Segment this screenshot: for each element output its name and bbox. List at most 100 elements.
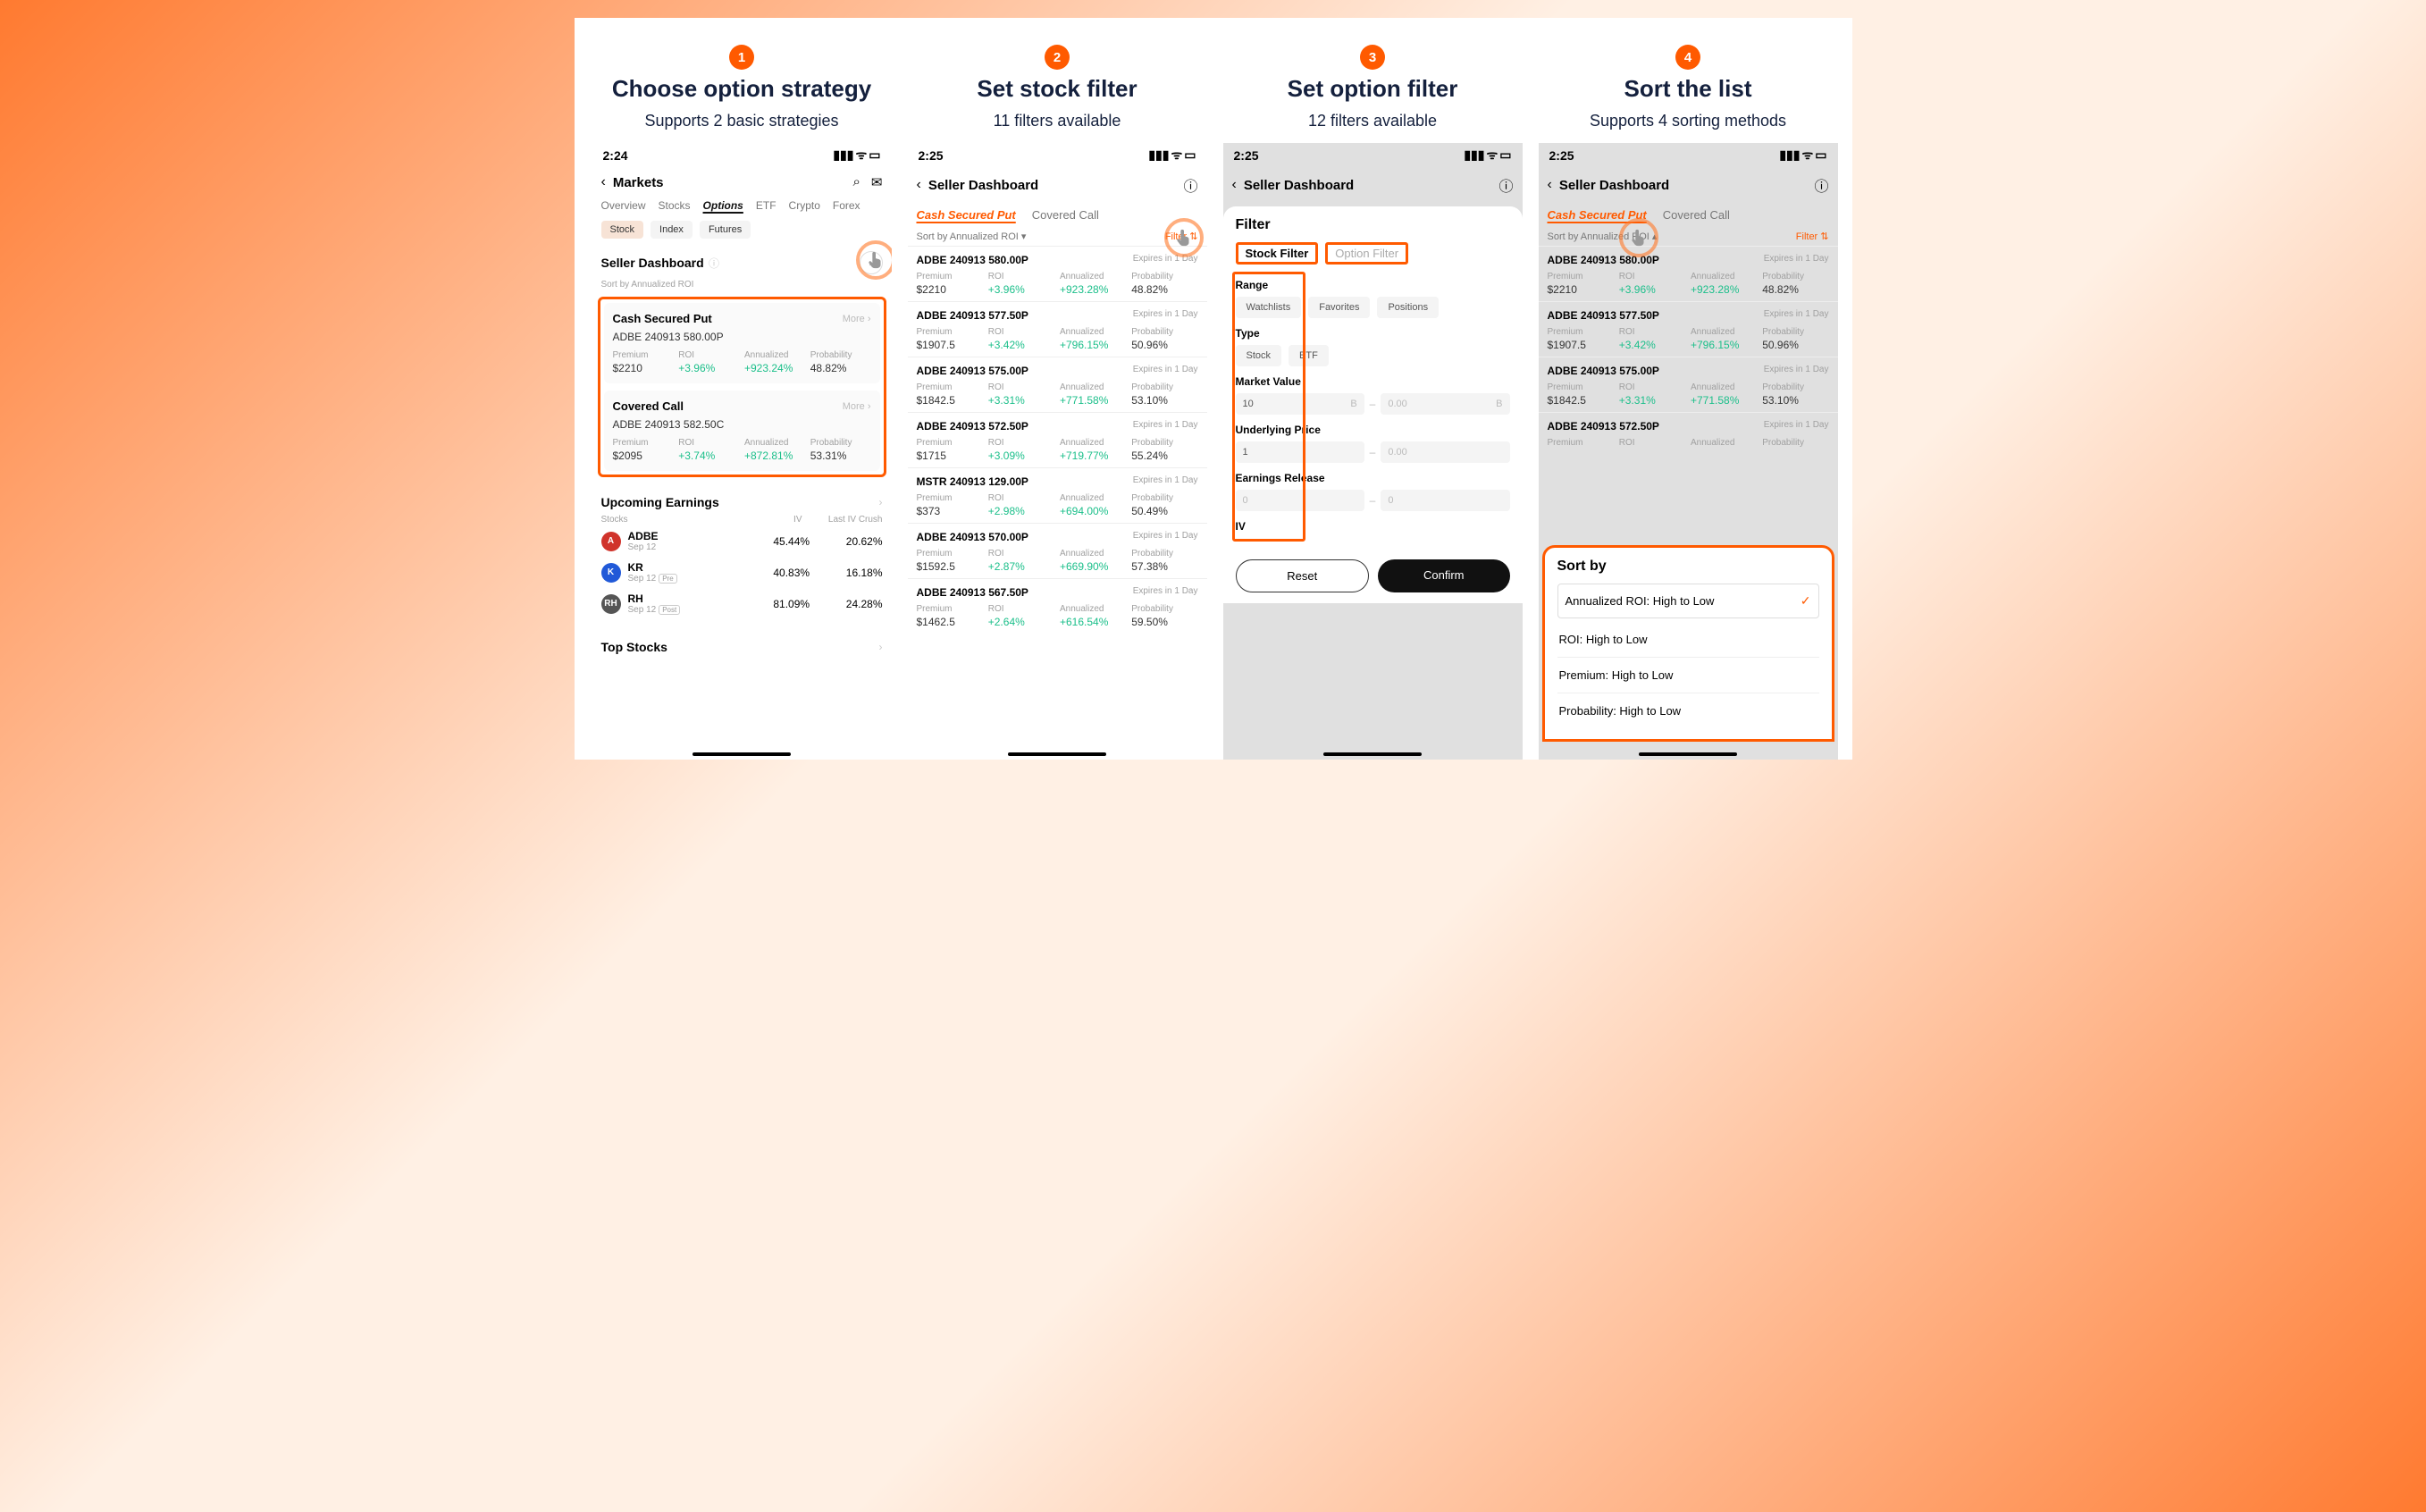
reset-button[interactable]: Reset (1236, 559, 1370, 592)
sort-label[interactable]: Sort by Annualized ROI ▾ (917, 231, 1027, 242)
tab-cc[interactable]: Covered Call (1032, 208, 1099, 222)
back-icon[interactable]: ‹ (601, 174, 606, 190)
more-link[interactable]: More › (843, 314, 871, 324)
step-number: 1 (729, 45, 754, 70)
status-icons: ▮▮▮ᯤ▭ (1148, 147, 1196, 164)
sort-option[interactable]: Premium: High to Low (1557, 658, 1819, 693)
home-indicator (1639, 752, 1737, 756)
chevron-right-icon[interactable]: › (879, 496, 883, 508)
step-title: Set option filter (1288, 75, 1458, 103)
tab-crypto[interactable]: Crypto (789, 199, 820, 212)
up-hi-input[interactable]: 0.00 (1381, 441, 1509, 463)
option-row[interactable]: ADBE 240913 572.50P Expires in 1 Day Pre… (1539, 412, 1838, 455)
info-icon[interactable]: ⓘ (1183, 174, 1197, 196)
option-row[interactable]: ADBE 240913 577.50P Expires in 1 Day Pre… (1539, 301, 1838, 357)
info-icon[interactable]: ⓘ (709, 257, 719, 270)
iv-label: IV (1236, 520, 1510, 533)
expiry-label: Expires in 1 Day (1764, 420, 1829, 433)
option-row[interactable]: ADBE 240913 575.00P Expires in 1 Day Pre… (908, 357, 1207, 412)
confirm-button[interactable]: Confirm (1378, 559, 1510, 592)
earnings-row[interactable]: RH RH Sep 12Post 81.09% 24.28% (601, 592, 883, 615)
chip-stock[interactable]: Stock (601, 221, 644, 239)
mv-hi-input[interactable]: 0.00B (1381, 393, 1509, 415)
filter-panel: Filter Stock Filter Option Filter Range … (1223, 206, 1523, 549)
back-icon[interactable]: ‹ (1548, 177, 1552, 193)
tab-option-filter[interactable]: Option Filter (1325, 242, 1408, 265)
er-lo-input[interactable]: 0 (1236, 490, 1364, 511)
card-title: Cash Secured Put (613, 312, 712, 325)
tab-csp[interactable]: Cash Secured Put (917, 208, 1016, 222)
option-row[interactable]: ADBE 240913 572.50P Expires in 1 Day Pre… (908, 412, 1207, 467)
status-icons: ▮▮▮ ᯤ ▭ (833, 147, 880, 164)
phone-screen-2: 2:25 ▮▮▮ᯤ▭ ‹ Seller Dashboard ⓘ Cash Sec… (908, 143, 1207, 760)
tab-forex[interactable]: Forex (833, 199, 860, 212)
seller-dashboard-header[interactable]: Seller Dashboard ⓘ › (592, 246, 892, 280)
section-title: Seller Dashboard (601, 256, 704, 270)
home-indicator (1008, 752, 1106, 756)
chip-stock[interactable]: Stock (1236, 345, 1282, 366)
option-row[interactable]: ADBE 240913 570.00P Expires in 1 Day Pre… (908, 523, 1207, 578)
chip-futures[interactable]: Futures (700, 221, 751, 239)
sort-bar: Sort by Annualized ROI ▾ Filter ⇅ (908, 227, 1207, 246)
option-row[interactable]: ADBE 240913 580.00P Expires in 1 Day Pre… (908, 246, 1207, 301)
more-link[interactable]: More › (843, 401, 871, 412)
tab-overview[interactable]: Overview (601, 199, 646, 212)
info-icon[interactable]: ⓘ (1814, 174, 1828, 196)
step-title: Set stock filter (977, 75, 1137, 103)
card-csp[interactable]: Cash Secured Put More › ADBE 240913 580.… (604, 303, 880, 383)
info-icon[interactable]: ⓘ (1498, 174, 1513, 196)
option-row[interactable]: ADBE 240913 577.50P Expires in 1 Day Pre… (908, 301, 1207, 357)
home-indicator (693, 752, 791, 756)
status-bar: 2:25 ▮▮▮ᯤ▭ (1539, 143, 1838, 167)
step-2-column: 2 Set stock filter 11 filters available … (908, 45, 1207, 760)
earnings-date: Sep 12 (628, 542, 750, 552)
tab-options[interactable]: Options (703, 199, 743, 212)
sort-option[interactable]: Annualized ROI: High to Low✓ (1557, 584, 1819, 618)
earnings-row[interactable]: K KR Sep 12Pre 40.83% 16.18% (601, 561, 883, 584)
chip-favorites[interactable]: Favorites (1308, 297, 1370, 318)
tab-etf[interactable]: ETF (756, 199, 776, 212)
roi-value: +3.96% (678, 362, 739, 374)
top-stocks[interactable]: Top Stocks › (592, 634, 892, 665)
back-icon[interactable]: ‹ (1232, 177, 1237, 193)
er-hi-input[interactable]: 0 (1381, 490, 1509, 511)
tab-stocks[interactable]: Stocks (659, 199, 691, 212)
expiry-label: Expires in 1 Day (1133, 475, 1198, 488)
tab-stock-filter[interactable]: Stock Filter (1236, 242, 1319, 265)
back-icon[interactable]: ‹ (917, 177, 921, 193)
expiry-label: Expires in 1 Day (1133, 420, 1198, 433)
tutorial-sheet: 1 Choose option strategy Supports 2 basi… (575, 18, 1852, 760)
earnings-title: Upcoming Earnings (601, 495, 719, 509)
dash: – (1370, 398, 1376, 410)
option-row[interactable]: ADBE 240913 580.00P Expires in 1 Day Pre… (1539, 246, 1838, 301)
chip-etf[interactable]: ETF (1289, 345, 1329, 366)
card-cc[interactable]: Covered Call More › ADBE 240913 582.50C … (604, 391, 880, 471)
home-indicator (1323, 752, 1422, 756)
chip-index[interactable]: Index (651, 221, 693, 239)
mail-icon[interactable]: ✉ (871, 174, 883, 190)
option-row[interactable]: ADBE 240913 575.00P Expires in 1 Day Pre… (1539, 357, 1838, 412)
earnings-row[interactable]: A ADBE Sep 12 45.44% 20.62% (601, 530, 883, 552)
step-title: Sort the list (1624, 75, 1751, 103)
mv-lo-input[interactable]: 10B (1236, 393, 1364, 415)
sort-option[interactable]: ROI: High to Low (1557, 622, 1819, 658)
phone-screen-4: 2:25 ▮▮▮ᯤ▭ ‹ Seller Dashboard ⓘ Cash Sec… (1539, 143, 1838, 760)
iv-value: 45.44% (749, 535, 810, 548)
up-lo-input[interactable]: 1 (1236, 441, 1364, 463)
option-row[interactable]: ADBE 240913 567.50P Expires in 1 Day Pre… (908, 578, 1207, 634)
chevron-right-icon[interactable]: › (879, 641, 883, 653)
status-time: 2:24 (603, 148, 628, 163)
step-number: 3 (1360, 45, 1385, 70)
earnings-date: Sep 12Pre (628, 574, 750, 584)
sort-label: Sort by Annualized ROI (592, 280, 892, 295)
sort-sheet-title: Sort by (1557, 559, 1819, 575)
option-symbol: ADBE 240913 580.00P (917, 254, 1028, 266)
option-row[interactable]: MSTR 240913 129.00P Expires in 1 Day Pre… (908, 467, 1207, 523)
phone-screen-1: 2:24 ▮▮▮ ᯤ ▭ ‹ Markets ⌕ ✉ Overview (592, 143, 892, 760)
chip-watchlists[interactable]: Watchlists (1236, 297, 1302, 318)
chip-positions[interactable]: Positions (1377, 297, 1439, 318)
tab-cc[interactable]: Covered Call (1663, 208, 1730, 222)
search-icon[interactable]: ⌕ (853, 174, 860, 190)
sort-option[interactable]: Probability: High to Low (1557, 693, 1819, 728)
filter-link[interactable]: Filter ⇅ (1796, 231, 1829, 242)
